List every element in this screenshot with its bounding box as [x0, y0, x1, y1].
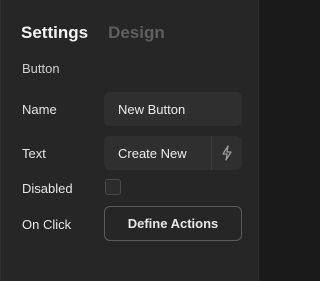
tab-settings[interactable]: Settings: [21, 23, 88, 43]
section-title: Button: [22, 61, 60, 76]
text-field-value: Create New: [104, 136, 212, 170]
panel-tabs: Settings Design: [21, 23, 165, 43]
text-field[interactable]: Create New: [104, 136, 242, 170]
name-field[interactable]: New Button: [104, 92, 242, 126]
disabled-checkbox[interactable]: [105, 179, 121, 195]
disabled-label: Disabled: [22, 181, 73, 196]
properties-panel: Settings Design Button Name New Button T…: [0, 0, 259, 281]
name-label: Name: [22, 102, 57, 117]
name-field-value: New Button: [118, 101, 186, 117]
define-actions-button[interactable]: Define Actions: [104, 206, 242, 241]
text-label: Text: [22, 146, 46, 161]
lightning-bolt-icon[interactable]: [212, 136, 242, 170]
tab-design[interactable]: Design: [108, 23, 165, 43]
on-click-label: On Click: [22, 217, 72, 232]
